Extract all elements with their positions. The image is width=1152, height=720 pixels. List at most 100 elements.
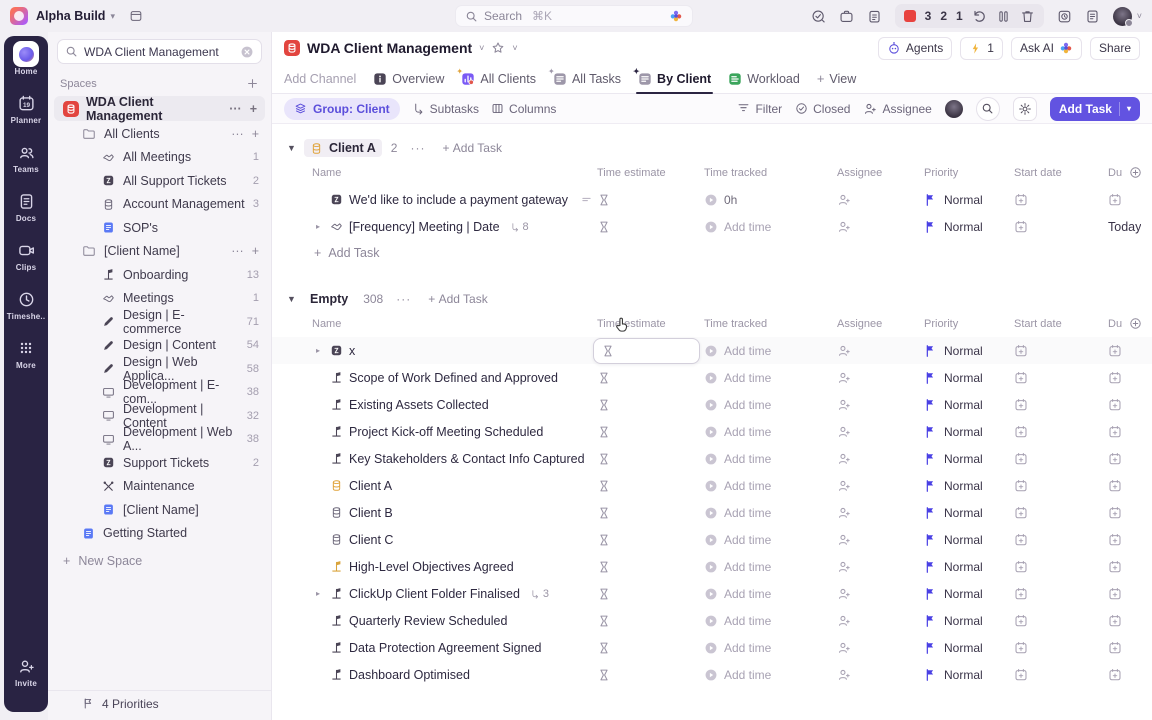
add-task-row[interactable]: +Add Task: [272, 240, 1152, 266]
assignee-cell[interactable]: [833, 452, 920, 466]
task-name[interactable]: Client B: [349, 506, 393, 520]
priority-cell[interactable]: Normal: [920, 533, 1010, 547]
global-search-bar[interactable]: Search ⌘K: [455, 5, 693, 27]
time-tracked-cell[interactable]: Add time: [700, 479, 833, 493]
add-task-button[interactable]: Add Task ▾: [1050, 97, 1140, 121]
plus-icon[interactable]: +: [250, 102, 257, 116]
time-tracked-cell[interactable]: Add time: [700, 344, 833, 358]
column-time-estimate[interactable]: Time estimate: [593, 318, 700, 330]
more-menu-icon[interactable]: ···: [229, 102, 242, 116]
recording-badge[interactable]: 3: [925, 9, 932, 23]
priority-cell[interactable]: Normal: [920, 371, 1010, 385]
time-estimate-cell[interactable]: [593, 587, 700, 601]
time-tracked-cell[interactable]: 0h: [700, 193, 833, 207]
priority-cell[interactable]: Normal: [920, 479, 1010, 493]
row-handle-icon[interactable]: [580, 193, 593, 206]
sidebar-item[interactable]: [Client Name] ···+: [48, 240, 271, 264]
time-estimate-cell[interactable]: [593, 479, 700, 493]
group-name[interactable]: Empty: [304, 290, 354, 308]
workspace-logo-icon[interactable]: [10, 7, 28, 25]
assignee-avatar[interactable]: [945, 100, 963, 118]
time-estimate-cell[interactable]: [593, 338, 700, 364]
group-name[interactable]: Client A: [304, 139, 382, 157]
task-row[interactable]: ▸ [Frequency] Meeting | Date 8 Add time …: [272, 213, 1152, 240]
task-name[interactable]: [Frequency] Meeting | Date: [349, 220, 500, 234]
plus-icon[interactable]: +: [252, 244, 259, 258]
user-avatar[interactable]: [1113, 7, 1132, 26]
rail-item-home[interactable]: Home: [4, 43, 48, 92]
start-date-cell[interactable]: [1010, 425, 1104, 439]
due-date-cell[interactable]: [1104, 560, 1152, 574]
due-date-cell[interactable]: [1104, 668, 1152, 682]
tab-overview[interactable]: Overview: [373, 64, 444, 94]
sidebar-item[interactable]: All Meetings 1: [48, 146, 271, 170]
expand-arrow-icon[interactable]: ▸: [312, 346, 324, 355]
task-row[interactable]: High-Level Objectives Agreed Add time No…: [272, 553, 1152, 580]
task-name[interactable]: Data Protection Agreement Signed: [349, 641, 541, 655]
assignee-cell[interactable]: [833, 425, 920, 439]
column-name[interactable]: Name: [272, 318, 593, 330]
task-name[interactable]: Client C: [349, 533, 393, 547]
record-stop-icon[interactable]: [904, 10, 916, 22]
time-estimate-cell[interactable]: [593, 452, 700, 466]
task-row[interactable]: Dashboard Optimised Add time Normal: [272, 661, 1152, 688]
clock-box-icon[interactable]: [1057, 9, 1072, 24]
workspace-name[interactable]: Alpha Build: [36, 9, 105, 23]
sidebar-search[interactable]: [57, 39, 262, 64]
start-date-cell[interactable]: [1010, 668, 1104, 682]
start-date-cell[interactable]: [1010, 641, 1104, 655]
task-row[interactable]: ▸ x Add time Normal: [272, 337, 1152, 364]
collapse-group-icon[interactable]: ▼: [287, 294, 297, 304]
sidebar-item[interactable]: Design | E-commerce 71: [48, 310, 271, 334]
priority-cell[interactable]: Normal: [920, 641, 1010, 655]
priorities-bar[interactable]: 4 Priorities: [48, 690, 271, 716]
column-time-tracked[interactable]: Time tracked: [700, 167, 833, 179]
doc-icon[interactable]: [1085, 9, 1100, 24]
column-start-date[interactable]: Start date: [1010, 318, 1104, 330]
time-estimate-cell[interactable]: [593, 193, 700, 207]
start-date-cell[interactable]: [1010, 533, 1104, 547]
column-name[interactable]: Name: [272, 167, 593, 179]
add-channel-button[interactable]: Add Channel: [284, 72, 356, 86]
start-date-cell[interactable]: [1010, 371, 1104, 385]
chevron-down-icon[interactable]: ˅: [1137, 11, 1142, 21]
time-estimate-cell[interactable]: [593, 668, 700, 682]
time-estimate-cell[interactable]: [593, 641, 700, 655]
group-by-button[interactable]: Group: Client: [284, 98, 400, 120]
column-due-date[interactable]: Du: [1108, 167, 1122, 179]
task-row[interactable]: Project Kick-off Meeting Scheduled Add t…: [272, 418, 1152, 445]
start-date-cell[interactable]: [1010, 193, 1104, 207]
due-date-cell[interactable]: [1104, 398, 1152, 412]
start-date-cell[interactable]: [1010, 398, 1104, 412]
subtask-count[interactable]: 3: [530, 588, 549, 600]
due-date-cell[interactable]: [1104, 344, 1152, 358]
assignee-cell[interactable]: [833, 614, 920, 628]
ask-ai-button[interactable]: Ask AI: [1011, 37, 1082, 60]
assignee-cell[interactable]: [833, 587, 920, 601]
tab-by-client[interactable]: ✦ By Client: [638, 64, 711, 94]
add-view-button[interactable]: + View: [817, 71, 856, 86]
chevron-down-icon[interactable]: ▾: [110, 11, 115, 22]
invite-button[interactable]: Invite: [4, 655, 48, 704]
task-name[interactable]: Scope of Work Defined and Approved: [349, 371, 558, 385]
due-date-cell[interactable]: [1104, 193, 1152, 207]
time-tracked-cell[interactable]: Add time: [700, 398, 833, 412]
due-date-cell[interactable]: [1104, 371, 1152, 385]
task-row[interactable]: Client C Add time Normal: [272, 526, 1152, 553]
tab-workload[interactable]: Workload: [728, 64, 800, 94]
priority-cell[interactable]: Normal: [920, 425, 1010, 439]
sidebar-item[interactable]: All Support Tickets 2: [48, 169, 271, 193]
time-tracked-cell[interactable]: Add time: [700, 220, 833, 234]
priority-cell[interactable]: Normal: [920, 506, 1010, 520]
rail-item-clips[interactable]: Clips: [4, 239, 48, 288]
columns-button[interactable]: Columns: [491, 102, 556, 116]
time-tracked-cell[interactable]: Add time: [700, 560, 833, 574]
assignee-filter-button[interactable]: Assignee: [863, 102, 931, 116]
search-tasks-button[interactable]: [976, 97, 1000, 121]
task-name[interactable]: Existing Assets Collected: [349, 398, 489, 412]
group-menu-icon[interactable]: ···: [396, 292, 411, 306]
start-date-cell[interactable]: [1010, 220, 1104, 234]
add-space-icon[interactable]: [246, 77, 259, 90]
assignee-cell[interactable]: [833, 641, 920, 655]
expand-arrow-icon[interactable]: ▸: [312, 222, 324, 231]
